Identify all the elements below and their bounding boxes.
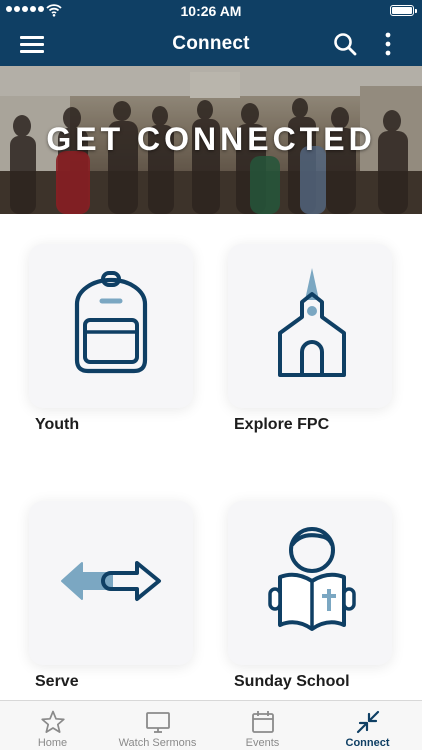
tab-label: Connect xyxy=(345,737,390,749)
monitor-icon xyxy=(146,712,170,733)
tile-label: Youth xyxy=(35,416,80,433)
calendar-icon xyxy=(252,711,274,733)
tab-watch-sermons[interactable]: Watch Sermons xyxy=(105,701,210,751)
nav-bar: Connect xyxy=(0,22,422,66)
tab-label: Watch Sermons xyxy=(118,737,197,749)
tab-home[interactable]: Home xyxy=(0,701,105,751)
tab-connect[interactable]: Connect xyxy=(315,701,420,751)
church-icon xyxy=(278,268,346,377)
tab-label: Home xyxy=(37,737,68,749)
hero-title: GET CONNECTED xyxy=(46,121,376,157)
arrows-icon xyxy=(61,561,161,601)
hero-banner: GET CONNECTED xyxy=(0,66,422,214)
tile-card xyxy=(29,501,193,665)
tile-card xyxy=(29,244,193,408)
star-icon xyxy=(41,710,65,733)
status-time: 10:26 AM xyxy=(180,3,242,19)
tile-card xyxy=(228,244,392,408)
tile-label: Serve xyxy=(35,673,79,690)
tile-card xyxy=(228,501,392,665)
tab-bar: Home Watch Sermons Events Connect xyxy=(0,700,422,750)
tab-label: Events xyxy=(245,737,280,749)
reading-child-icon xyxy=(268,527,356,631)
page-title: Connect xyxy=(172,33,250,54)
status-bar: 10:26 AM xyxy=(0,0,422,22)
more-options-icon[interactable] xyxy=(381,31,395,57)
backpack-icon xyxy=(74,271,148,374)
search-icon[interactable] xyxy=(333,32,357,56)
tile-label: Sunday School xyxy=(234,673,350,690)
tile-label: Explore FPC xyxy=(234,416,330,433)
battery-icon xyxy=(390,5,417,16)
collapse-arrows-icon xyxy=(356,710,380,734)
tab-events[interactable]: Events xyxy=(210,701,315,751)
